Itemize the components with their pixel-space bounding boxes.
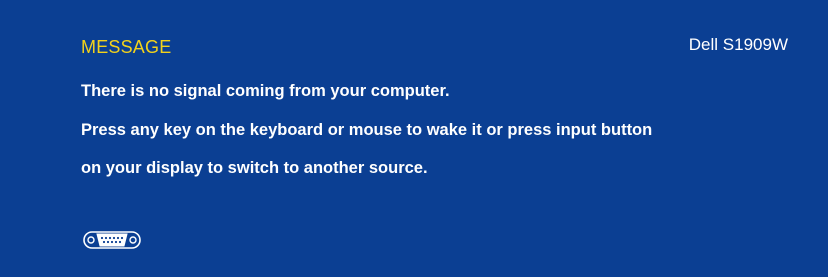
no-signal-osd-dialog: MESSAGE Dell S1909W There is no signal c… (0, 0, 828, 277)
message-line-1: There is no signal coming from your comp… (81, 82, 450, 100)
vga-connector-icon (83, 229, 141, 251)
monitor-model-label: Dell S1909W (688, 35, 788, 54)
message-line-3: on your display to switch to another sou… (81, 159, 428, 177)
message-title: MESSAGE (81, 37, 172, 57)
message-line-2: Press any key on the keyboard or mouse t… (81, 121, 653, 139)
